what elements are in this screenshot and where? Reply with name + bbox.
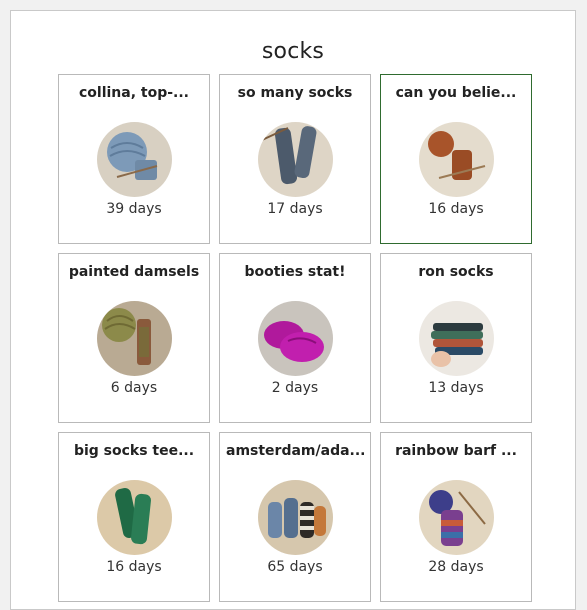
card-days: 17 days xyxy=(267,201,323,217)
project-grid: collina, top-... 39 days so many socks 1… xyxy=(58,74,532,602)
card-days: 65 days xyxy=(267,559,323,575)
card-title: big socks tee... xyxy=(73,443,195,459)
card-title: collina, top-... xyxy=(78,85,190,101)
striped-socks-photo-icon xyxy=(258,480,333,555)
sock-stack-hand-photo-icon xyxy=(419,301,494,376)
card-title: booties stat! xyxy=(244,264,346,280)
projects-panel: socks collina, top-... 39 days so many s… xyxy=(10,10,576,610)
green-socks-photo-icon xyxy=(97,480,172,555)
card-title: so many socks xyxy=(237,85,353,101)
card-days: 13 days xyxy=(428,380,484,396)
card-title: amsterdam/ada... xyxy=(226,443,364,459)
project-card-rainbow-barf[interactable]: rainbow barf ... 28 days xyxy=(380,432,532,602)
project-card-painted-damsels[interactable]: painted damsels 6 days xyxy=(58,253,210,423)
card-days: 6 days xyxy=(110,380,158,396)
card-days: 39 days xyxy=(106,201,162,217)
rainbow-sock-photo-icon xyxy=(419,480,494,555)
card-days: 28 days xyxy=(428,559,484,575)
project-card-collina[interactable]: collina, top-... 39 days xyxy=(58,74,210,244)
page-title: socks xyxy=(261,39,325,64)
card-title: can you belie... xyxy=(395,85,517,101)
grey-socks-photo-icon xyxy=(258,122,333,197)
project-card-big-socks[interactable]: big socks tee... 16 days xyxy=(58,432,210,602)
card-title: ron socks xyxy=(418,264,494,280)
project-card-booties-stat[interactable]: booties stat! 2 days xyxy=(219,253,371,423)
card-days: 2 days xyxy=(271,380,319,396)
project-card-can-you-believe[interactable]: can you belie... 16 days xyxy=(380,74,532,244)
yarn-ball-sock-photo-icon xyxy=(97,122,172,197)
card-title: painted damsels xyxy=(68,264,200,280)
project-card-so-many-socks[interactable]: so many socks 17 days xyxy=(219,74,371,244)
project-card-amsterdam[interactable]: amsterdam/ada... 65 days xyxy=(219,432,371,602)
card-days: 16 days xyxy=(428,201,484,217)
project-card-ron-socks[interactable]: ron socks 13 days xyxy=(380,253,532,423)
magenta-booties-photo-icon xyxy=(258,301,333,376)
card-title: rainbow barf ... xyxy=(395,443,517,459)
card-days: 16 days xyxy=(106,559,162,575)
brown-sock-photo-icon xyxy=(419,122,494,197)
painted-yarn-photo-icon xyxy=(97,301,172,376)
